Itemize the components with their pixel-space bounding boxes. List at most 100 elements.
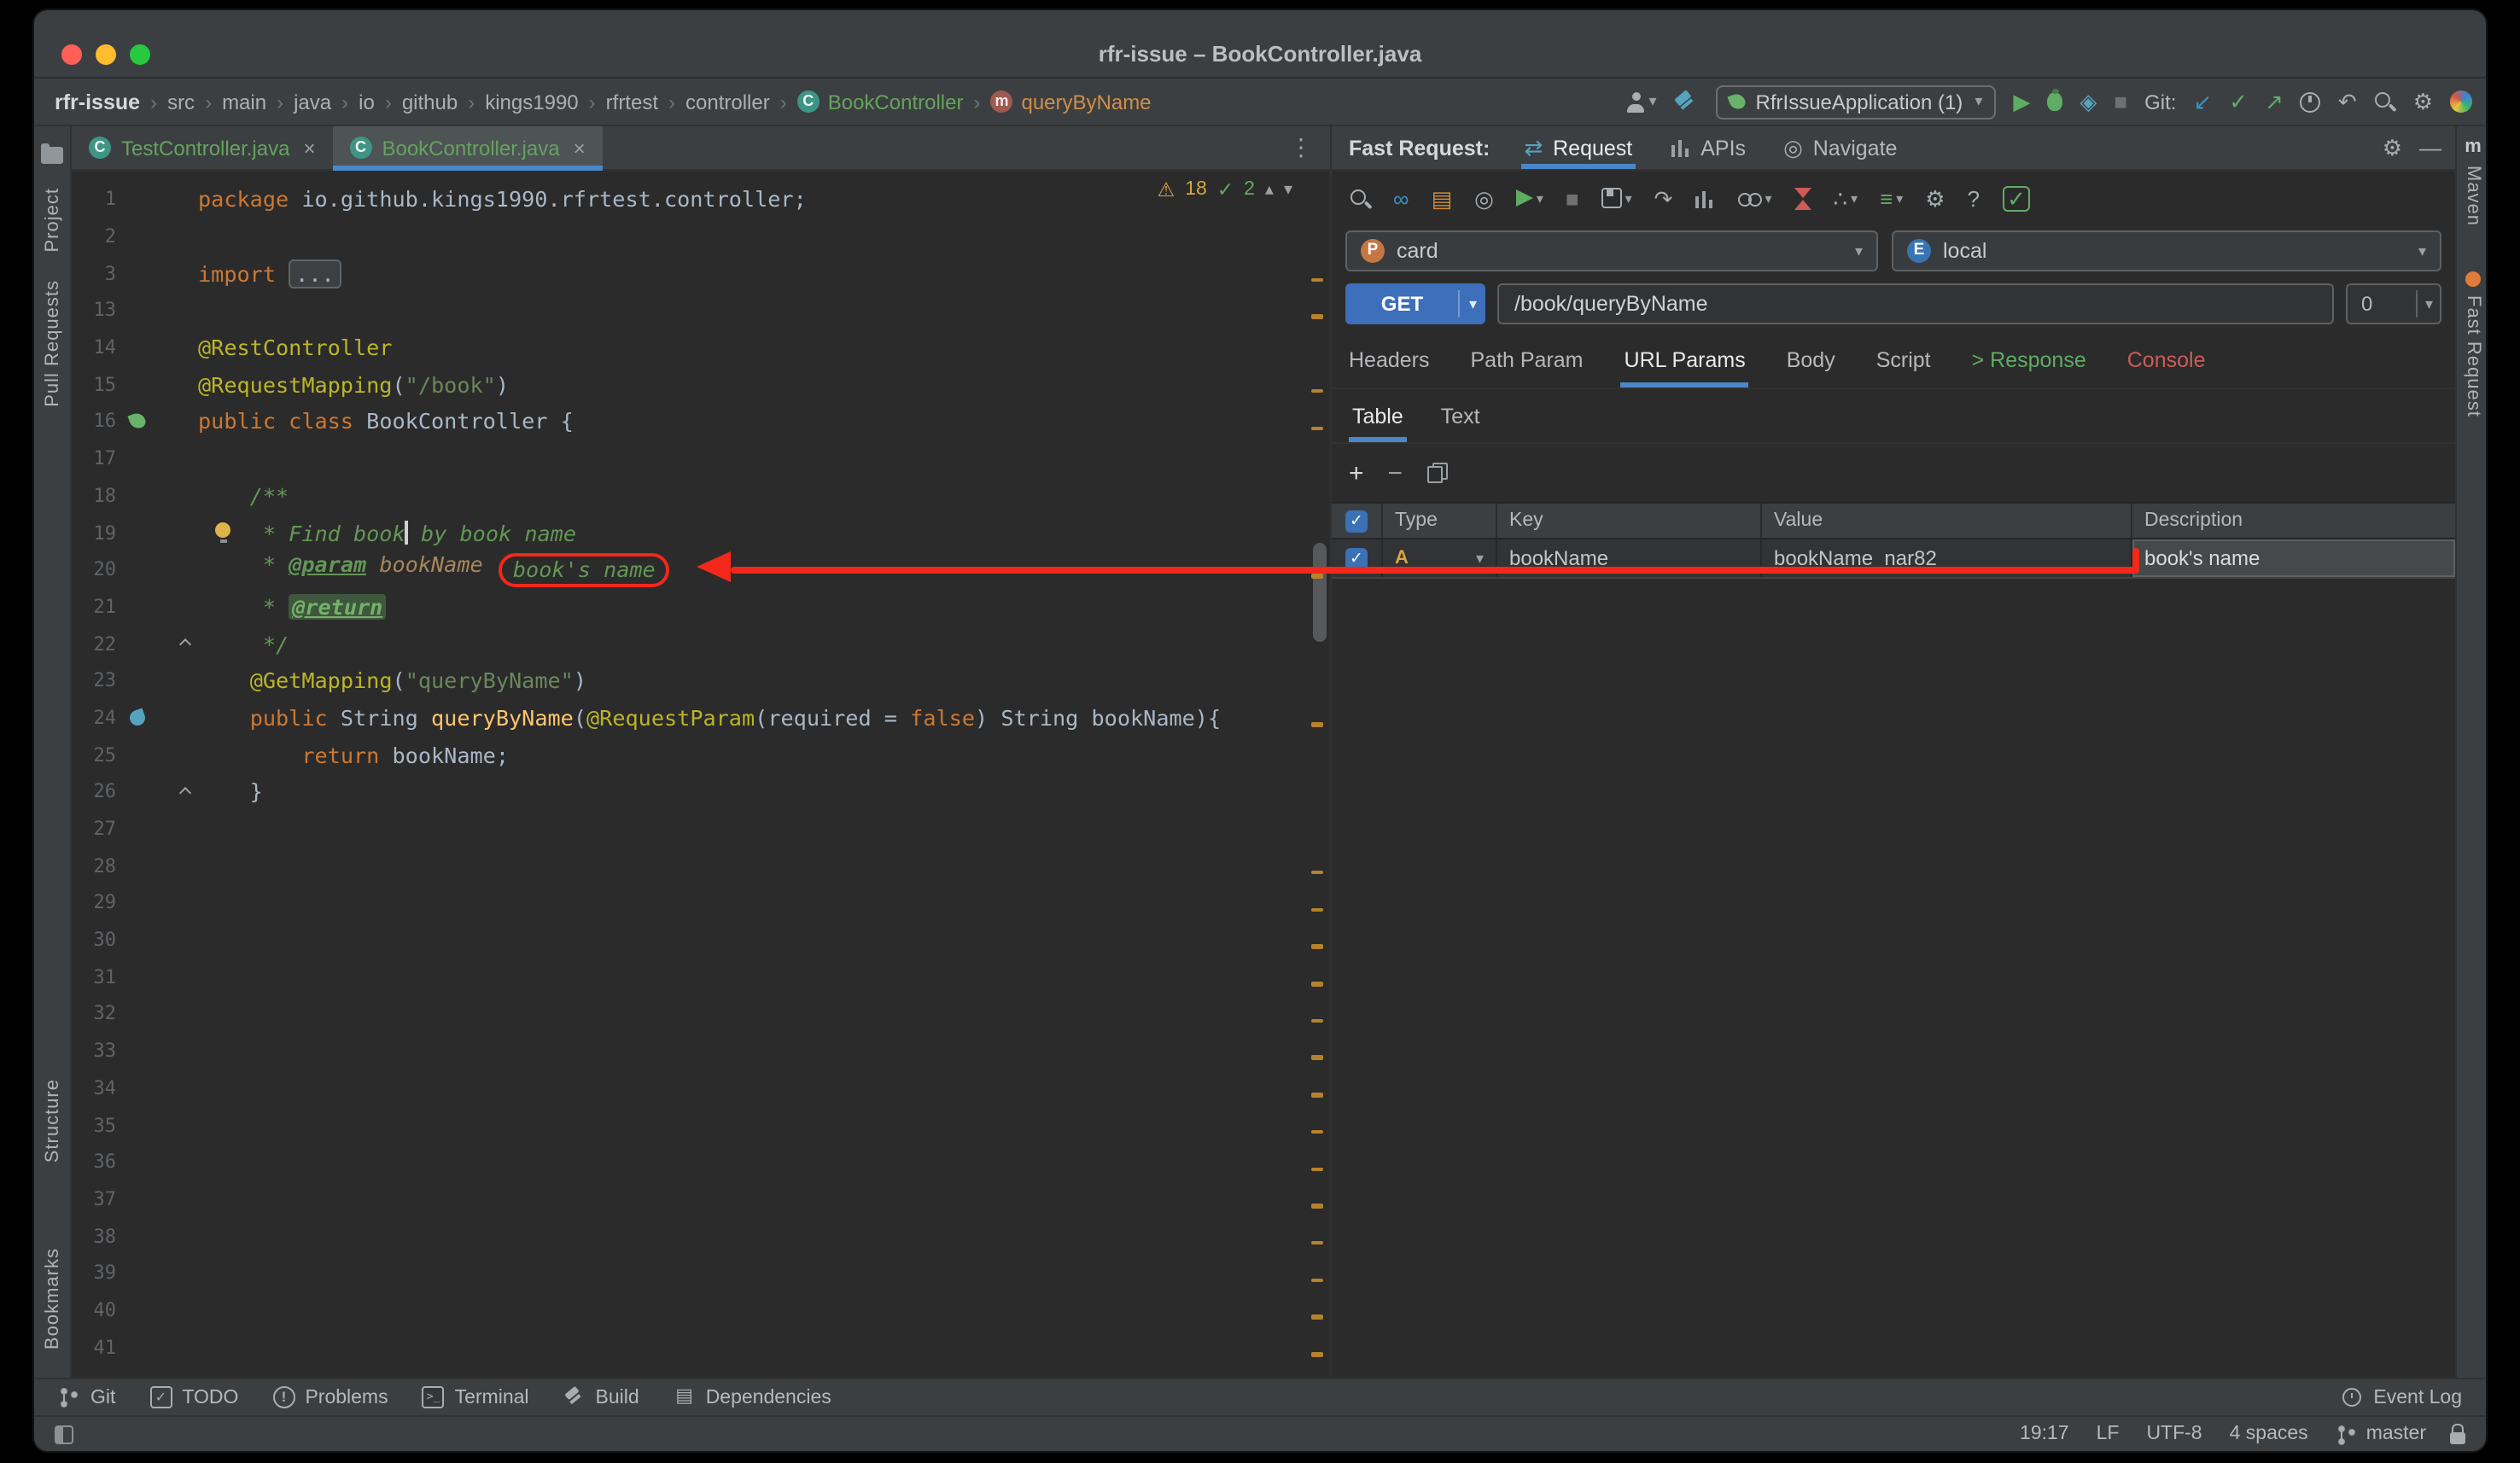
breadcrumb-item-io[interactable]: io: [359, 90, 375, 114]
request-tab-console[interactable]: Console: [2127, 331, 2206, 388]
tab-apis[interactable]: APIs: [1666, 126, 1749, 169]
wrench-icon[interactable]: ⚙: [1925, 187, 1945, 209]
toolwindow-stripe-maven[interactable]: m Maven: [2463, 137, 2483, 226]
toolwindow-stripe-project[interactable]: Project: [42, 188, 62, 253]
debug-button[interactable]: [2047, 89, 2063, 111]
request-tab-path-param[interactable]: Path Param: [1471, 331, 1584, 388]
history-button[interactable]: [2300, 91, 2321, 112]
breadcrumb-item-src[interactable]: src: [167, 90, 195, 114]
breadcrumb-item-github[interactable]: github: [402, 90, 458, 114]
toolwindow-button-dependencies[interactable]: ▤ Dependencies: [674, 1386, 831, 1408]
copy-params-button[interactable]: [1426, 463, 1448, 483]
users-button[interactable]: ▾: [1625, 91, 1657, 112]
counter-spinner[interactable]: 0 ▾: [2346, 283, 2441, 324]
run-configuration-select[interactable]: RfrIssueApplication (1) ▾: [1716, 85, 1997, 119]
view-tab-table[interactable]: Table: [1349, 389, 1407, 442]
toolwindow-stripe-bookmarks[interactable]: Bookmarks: [42, 1249, 62, 1350]
build-project-icon[interactable]: [1674, 90, 1700, 114]
request-tab-body[interactable]: Body: [1787, 331, 1835, 388]
redo-icon[interactable]: ↷: [1654, 187, 1673, 209]
toolwindow-button-problems[interactable]: Problems: [272, 1386, 388, 1408]
env-glasses-icon[interactable]: ∞: [1393, 187, 1409, 209]
project-dropdown[interactable]: P card ▾: [1345, 230, 1878, 271]
breadcrumb-item-rfrtest[interactable]: rfrtest: [606, 90, 658, 114]
description-cell[interactable]: book's name: [2132, 539, 2455, 577]
toolwindow-button-terminal[interactable]: Terminal: [422, 1386, 529, 1408]
remove-param-button[interactable]: −: [1388, 460, 1403, 486]
readonly-lock-icon[interactable]: [2450, 1423, 2465, 1443]
breadcrumb-class[interactable]: C BookController: [796, 90, 963, 114]
folder-icon[interactable]: [41, 143, 63, 164]
http-method-dropdown[interactable]: GET ▾: [1345, 283, 1485, 324]
breadcrumb-method[interactable]: m queryByName: [990, 90, 1152, 114]
timeout-icon[interactable]: [1794, 187, 1811, 209]
request-tab-response[interactable]: > Response: [1972, 331, 2086, 388]
code-editor[interactable]: ⚠ 18 ✓ 2 ▴ ▾ 1 package io.github.kings199…: [72, 171, 1330, 1378]
tab-bookcontroller[interactable]: C BookController.java ×: [332, 126, 603, 171]
toolwindow-stripe-fast-request[interactable]: Fast Request: [2463, 271, 2483, 417]
code-text: }: [198, 778, 263, 805]
person-icon: [1625, 91, 1647, 112]
toolwindow-stripe-pull-requests[interactable]: Pull Requests: [42, 280, 62, 407]
toolwindow-button-todo[interactable]: TODO: [149, 1386, 238, 1408]
toolwindow-button-git[interactable]: Git: [58, 1386, 115, 1408]
event-log-button[interactable]: Event Log: [2342, 1387, 2462, 1408]
add-param-button[interactable]: +: [1349, 460, 1364, 486]
previous-problem-icon[interactable]: ▴: [1265, 180, 1274, 199]
inspection-widget[interactable]: ⚠ 18 ✓ 2 ▴ ▾: [1158, 178, 1292, 201]
close-icon[interactable]: ×: [303, 136, 315, 160]
save-icon[interactable]: ▾: [1601, 188, 1632, 208]
editor-scrollbar[interactable]: [1313, 543, 1327, 642]
fold-marker-icon[interactable]: [178, 638, 192, 651]
undo-button[interactable]: ↶: [2338, 90, 2357, 113]
view-tab-text[interactable]: Text: [1441, 389, 1480, 442]
toolwindow-toggle-icon[interactable]: [55, 1425, 73, 1443]
record-icon[interactable]: ◎: [1474, 187, 1494, 209]
collection-icon[interactable]: ▤: [1432, 187, 1453, 209]
annotation-red-circle: book's name: [499, 553, 669, 588]
collections-layers-icon[interactable]: ≡ ▾: [1880, 187, 1903, 209]
send-request-icon[interactable]: ▾: [1515, 189, 1543, 207]
ide-updates-icon[interactable]: [2450, 90, 2472, 113]
coverage-button[interactable]: ◈: [2080, 90, 2097, 113]
health-check-icon[interactable]: ✓: [2002, 185, 2031, 211]
search-everywhere-button[interactable]: [2374, 90, 2396, 113]
fast-request-toolbar: ∞ ▤ ◎ ▾ ■ ▾ ↷ ▾ ∴ ▾ ≡ ▾ ⚙? ✓: [1332, 171, 2455, 225]
breadcrumb-item-controller[interactable]: controller: [685, 90, 770, 114]
share-icon[interactable]: ∴ ▾: [1833, 187, 1858, 209]
tab-options-kebab-icon[interactable]: ⋮: [1272, 126, 1330, 169]
run-button[interactable]: ▶: [2013, 90, 2030, 113]
help-icon[interactable]: ?: [1968, 187, 1980, 209]
tab-navigate[interactable]: ◎ Navigate: [1780, 126, 1900, 169]
git-update-button[interactable]: ↙: [2193, 90, 2212, 113]
git-commit-button[interactable]: ✓: [2229, 90, 2248, 113]
chart-icon[interactable]: [1695, 189, 1716, 207]
breadcrumb-item-main[interactable]: main: [222, 90, 266, 114]
breadcrumb-project-root[interactable]: rfr-issue: [55, 90, 140, 114]
request-tab-headers[interactable]: Headers: [1349, 331, 1430, 388]
settings-button[interactable]: ⚙: [2413, 90, 2433, 113]
git-push-button[interactable]: ↗: [2265, 90, 2284, 113]
breadcrumb-item-java[interactable]: java: [294, 90, 331, 114]
close-icon[interactable]: ×: [574, 136, 586, 160]
stop-button[interactable]: ■: [2114, 90, 2127, 113]
link-icon[interactable]: ▾: [1737, 190, 1771, 206]
hide-panel-icon[interactable]: —: [2419, 137, 2441, 159]
select-all-checkbox[interactable]: [1345, 510, 1368, 532]
tab-testcontroller[interactable]: C TestController.java ×: [72, 126, 332, 169]
tab-request[interactable]: ⇄ Request: [1520, 126, 1637, 169]
toolwindow-stripe-structure[interactable]: Structure: [42, 1080, 62, 1163]
url-input[interactable]: /book/queryByName: [1497, 283, 2334, 324]
request-tab-url-params[interactable]: URL Params: [1620, 331, 1749, 388]
search-icon[interactable]: [1349, 187, 1371, 209]
request-tab-script[interactable]: Script: [1876, 331, 1931, 388]
git-branch-widget[interactable]: master: [2335, 1423, 2426, 1445]
fold-marker-icon[interactable]: [178, 786, 192, 800]
toolwindow-button-build[interactable]: Build: [563, 1386, 639, 1408]
breadcrumb-item-kings1990[interactable]: kings1990: [485, 90, 578, 114]
next-problem-icon[interactable]: ▾: [1284, 180, 1292, 199]
environment-dropdown[interactable]: E local ▾: [1892, 230, 2441, 271]
panel-settings-icon[interactable]: ⚙: [2383, 137, 2402, 159]
stop-request-icon[interactable]: ■: [1566, 187, 1579, 209]
column-header-type: Type: [1383, 504, 1497, 538]
